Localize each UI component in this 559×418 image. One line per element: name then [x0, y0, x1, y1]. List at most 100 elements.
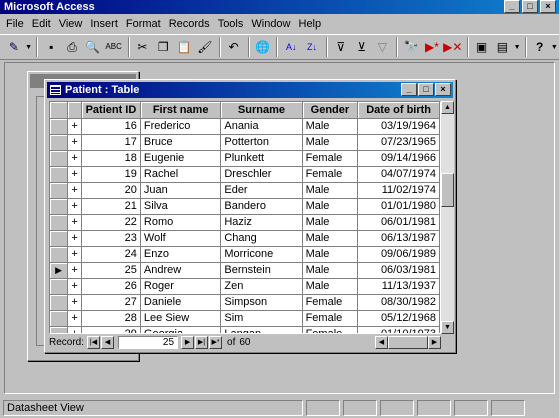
record-selector[interactable] [50, 166, 69, 183]
sort-descending-icon[interactable]: Z↓ [302, 37, 322, 58]
cell-surname[interactable]: Potterton [220, 134, 303, 151]
column-header-first-name[interactable]: First name [140, 102, 222, 119]
cell-surname[interactable]: Anania [220, 118, 303, 135]
cell-gender[interactable]: Female [302, 310, 359, 327]
cell-surname[interactable]: Morricone [220, 246, 303, 263]
cell-first-name[interactable]: Andrew [140, 262, 222, 279]
expand-subdatasheet-icon[interactable]: + [67, 166, 82, 183]
cell-gender[interactable]: Female [302, 166, 359, 183]
table-row[interactable]: +29 Georgia Langan Female 01/10/1973 [50, 326, 440, 333]
cell-gender[interactable]: Male [302, 230, 359, 247]
table-row[interactable]: +28 Lee Siew Sim Female 05/12/1968 [50, 310, 440, 327]
record-selector[interactable] [50, 326, 69, 333]
vertical-scroll-thumb[interactable] [441, 173, 454, 207]
sort-ascending-icon[interactable]: A↓ [281, 37, 301, 58]
cell-patient-id[interactable]: 26 [81, 278, 141, 295]
table-row[interactable]: ▶ +25 Andrew Bernstein Male 06/03/1981 [50, 262, 440, 279]
record-selector[interactable] [50, 198, 69, 215]
table-close-button[interactable]: × [435, 83, 451, 96]
help-icon[interactable]: ? [530, 37, 550, 58]
close-button[interactable]: × [540, 0, 556, 13]
table-row[interactable]: +20 Juan Eder Male 11/02/1974 [50, 182, 440, 199]
record-selector[interactable] [50, 182, 69, 199]
column-header-patient-id[interactable]: Patient ID [81, 102, 141, 119]
cell-gender[interactable]: Male [302, 214, 359, 231]
view-dropdown-icon[interactable]: ▼ [25, 37, 33, 58]
cell-gender[interactable]: Male [302, 246, 359, 263]
cell-date-of-birth[interactable]: 06/01/1981 [357, 214, 440, 231]
cell-first-name[interactable]: Wolf [140, 230, 222, 247]
cell-patient-id[interactable]: 19 [81, 166, 141, 183]
cell-patient-id[interactable]: 28 [81, 310, 141, 327]
menu-file[interactable]: File [6, 18, 24, 30]
vertical-scrollbar[interactable]: ▲ ▼ [441, 101, 454, 334]
cell-first-name[interactable]: Daniele [140, 294, 222, 311]
cell-date-of-birth[interactable]: 07/23/1965 [357, 134, 440, 151]
scroll-right-arrow-icon[interactable]: ▶ [428, 336, 441, 349]
cell-gender[interactable]: Female [302, 294, 359, 311]
cell-date-of-birth[interactable]: 01/01/1980 [357, 198, 440, 215]
record-selector[interactable] [50, 118, 69, 135]
cell-gender[interactable]: Male [302, 182, 359, 199]
menu-edit[interactable]: Edit [32, 18, 51, 30]
cell-surname[interactable]: Simpson [220, 294, 303, 311]
new-record-nav-icon[interactable]: ▶* [209, 336, 223, 349]
copy-icon[interactable]: ❐ [153, 37, 173, 58]
record-selector[interactable] [50, 134, 69, 151]
table-row[interactable]: +19 Rachel Dreschler Female 04/07/1974 [50, 166, 440, 183]
scroll-down-arrow-icon[interactable]: ▼ [441, 321, 454, 334]
table-row[interactable]: +18 Eugenie Plunkett Female 09/14/1966 [50, 150, 440, 167]
cell-patient-id[interactable]: 22 [81, 214, 141, 231]
table-row[interactable]: +21 Silva Bandero Male 01/01/1980 [50, 198, 440, 215]
menu-window[interactable]: Window [251, 18, 290, 30]
new-object-dropdown-icon[interactable]: ▼ [513, 37, 521, 58]
cell-gender[interactable]: Male [302, 198, 359, 215]
expand-subdatasheet-icon[interactable]: + [67, 262, 82, 279]
menu-format[interactable]: Format [126, 18, 161, 30]
current-record-selector[interactable]: ▶ [50, 262, 69, 279]
horizontal-scrollbar[interactable]: ◀ ▶ [375, 336, 441, 349]
print-preview-icon[interactable]: 🔍 [83, 37, 103, 58]
expand-subdatasheet-icon[interactable]: + [67, 310, 82, 327]
last-record-icon[interactable]: ▶| [195, 336, 209, 349]
record-number-input[interactable]: 25 [118, 336, 179, 349]
cell-patient-id[interactable]: 29 [81, 326, 141, 333]
table-row[interactable]: +17 Bruce Potterton Male 07/23/1965 [50, 134, 440, 151]
column-header-date-of-birth[interactable]: Date of birth [357, 102, 440, 119]
cell-first-name[interactable]: Eugenie [140, 150, 222, 167]
expand-subdatasheet-icon[interactable]: + [67, 150, 82, 167]
insert-hyperlink-icon[interactable]: 🌐 [253, 37, 273, 58]
cell-date-of-birth[interactable]: 11/13/1937 [357, 278, 440, 295]
filter-by-selection-icon[interactable]: ⊽ [331, 37, 351, 58]
delete-record-icon[interactable]: ▶✕ [443, 37, 463, 58]
cell-surname[interactable]: Bernstein [220, 262, 303, 279]
menu-help[interactable]: Help [299, 18, 322, 30]
column-header-surname[interactable]: Surname [220, 102, 303, 119]
table-row[interactable]: +16 Frederico Anania Male 03/19/1964 [50, 118, 440, 135]
expand-subdatasheet-icon[interactable]: + [67, 198, 82, 215]
cell-gender[interactable]: Male [302, 134, 359, 151]
cell-patient-id[interactable]: 18 [81, 150, 141, 167]
cell-first-name[interactable]: Lee Siew [140, 310, 222, 327]
cell-surname[interactable]: Bandero [220, 198, 303, 215]
record-selector[interactable] [50, 246, 69, 263]
cell-patient-id[interactable]: 20 [81, 182, 141, 199]
cell-patient-id[interactable]: 27 [81, 294, 141, 311]
maximize-button[interactable]: □ [522, 0, 538, 13]
cell-date-of-birth[interactable]: 09/14/1966 [357, 150, 440, 167]
cell-date-of-birth[interactable]: 03/19/1964 [357, 118, 440, 135]
table-row[interactable]: +24 Enzo Morricone Male 09/06/1989 [50, 246, 440, 263]
cell-surname[interactable]: Haziz [220, 214, 303, 231]
table-maximize-button[interactable]: □ [418, 83, 434, 96]
scroll-left-arrow-icon[interactable]: ◀ [375, 336, 388, 349]
menu-insert[interactable]: Insert [90, 18, 118, 30]
cell-surname[interactable]: Langan [220, 326, 303, 333]
menu-view[interactable]: View [59, 18, 83, 30]
cell-patient-id[interactable]: 24 [81, 246, 141, 263]
cell-surname[interactable]: Sim [220, 310, 303, 327]
expand-subdatasheet-icon[interactable]: + [67, 246, 82, 263]
table-row[interactable]: +23 Wolf Chang Male 06/13/1987 [50, 230, 440, 247]
properties-icon[interactable]: ▣ [472, 37, 492, 58]
table-minimize-button[interactable]: _ [401, 83, 417, 96]
cell-first-name[interactable]: Georgia [140, 326, 222, 333]
